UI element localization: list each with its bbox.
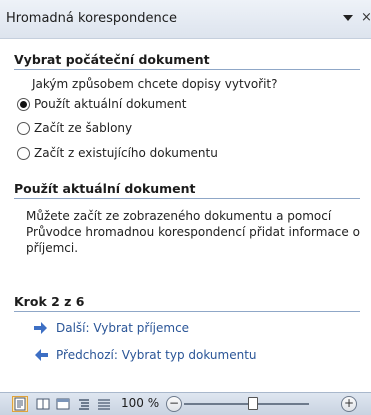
radio-label: Začít z existujícího dokumentu [34,146,218,160]
mail-merge-pane: Hromadná korespondence × Vybrat počátečn… [0,0,371,415]
description-text: Můžete začít ze zobrazeného dokumentu a … [26,209,360,255]
zoom-in-button[interactable]: + [341,396,357,412]
section-heading-current-document: Použít aktuální dokument [14,181,360,199]
pane-title: Hromadná korespondence [6,11,177,26]
draft-icon[interactable] [97,397,111,411]
section-heading-select-start: Vybrat počáteční dokument [14,52,360,70]
web-layout-icon[interactable] [56,397,70,411]
radio-label: Začít ze šablony [34,121,133,135]
close-icon[interactable]: × [361,10,371,26]
pane-title-bar: Hromadná korespondence × [0,0,371,39]
radio-button[interactable] [17,97,30,111]
outline-icon[interactable] [77,397,91,411]
radio-button[interactable] [17,121,30,135]
print-layout-icon[interactable] [12,396,28,412]
status-bar: 100 % − + [0,392,371,415]
question-text: Jakým způsobem chcete dopisy vytvořit? [32,77,278,91]
radio-option-existing-document[interactable]: Začít z existujícího dokumentu [17,144,218,162]
dropdown-arrow-icon[interactable] [341,11,355,25]
previous-step-link[interactable]: Předchozí: Vybrat typ dokumentu [34,346,257,364]
next-step-link[interactable]: Další: Vybrat příjemce [34,319,189,337]
next-step-label: Další: Vybrat příjemce [56,321,190,335]
radio-label: Použít aktuální dokument [34,97,187,111]
arrow-left-icon [34,349,48,361]
previous-step-label: Předchozí: Vybrat typ dokumentu [56,348,257,362]
zoom-slider-track[interactable] [184,403,309,405]
step-indicator: Krok 2 z 6 [14,294,360,312]
radio-option-template[interactable]: Začít ze šablony [17,119,132,137]
full-screen-reading-icon[interactable] [36,397,50,411]
radio-button[interactable] [17,146,30,160]
zoom-out-button[interactable]: − [166,396,182,412]
radio-option-current-document[interactable]: Použít aktuální dokument [17,95,187,113]
arrow-right-icon [34,322,48,334]
zoom-level[interactable]: 100 % [121,396,159,410]
zoom-slider-thumb[interactable] [248,397,258,410]
